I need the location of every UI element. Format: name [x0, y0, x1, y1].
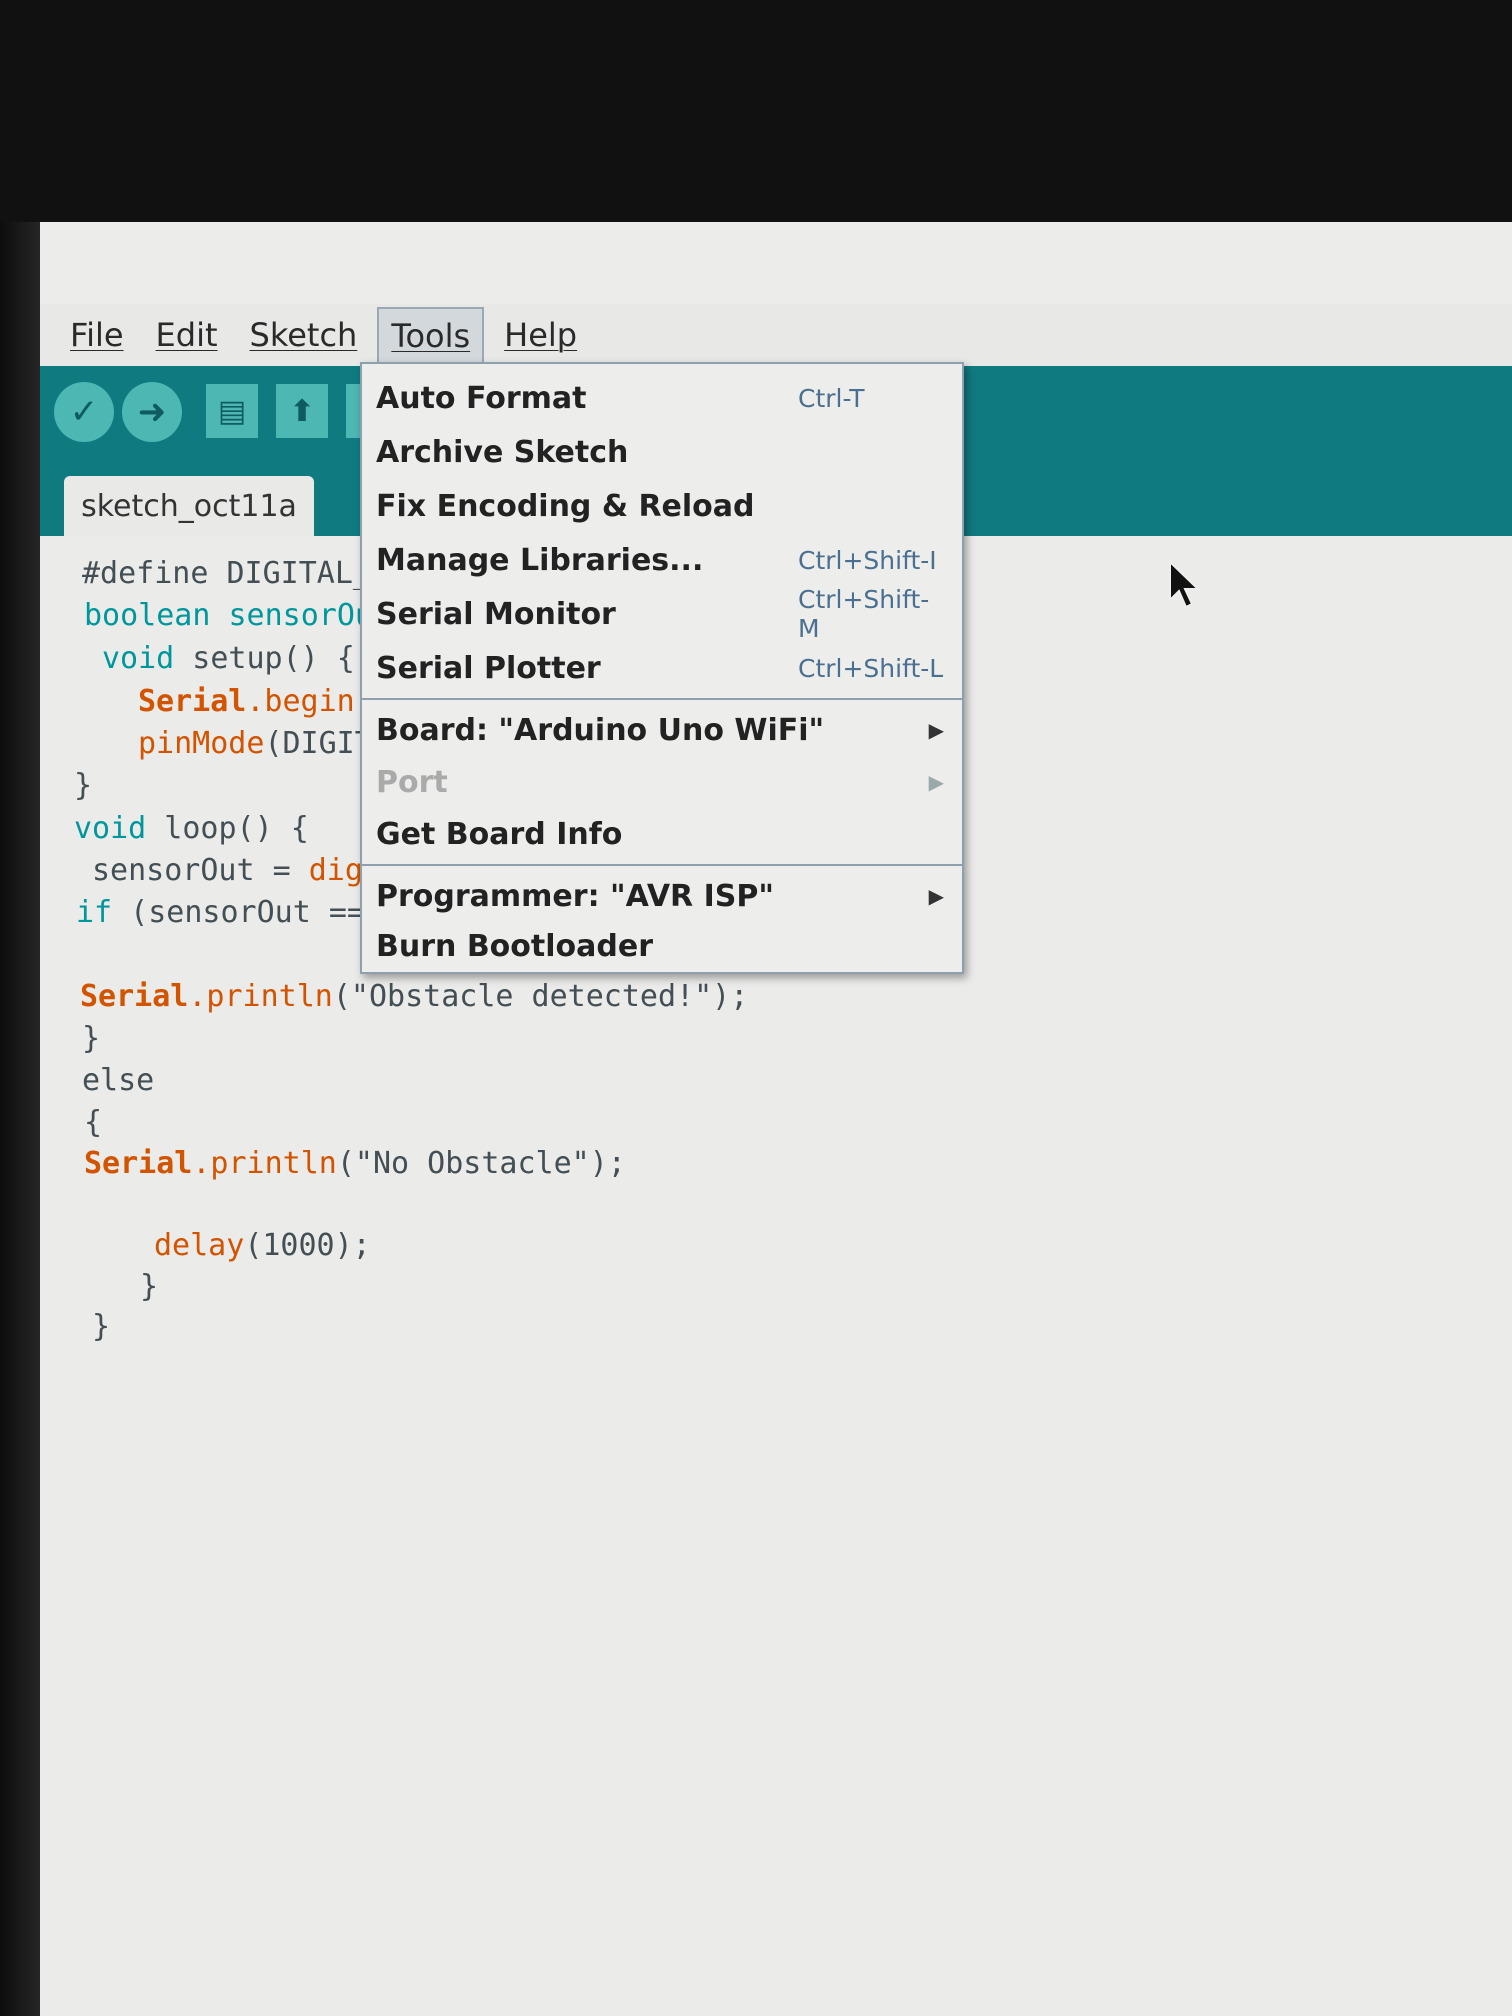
tools-dropdown-menu: Auto Format Ctrl-T Archive Sketch Fix En…: [360, 362, 964, 974]
menu-item-manage-libraries[interactable]: Manage Libraries... Ctrl+Shift-I: [376, 534, 948, 586]
menu-separator: [362, 698, 962, 700]
code-line: if (sensorOut ==: [76, 895, 365, 930]
save-button[interactable]: [346, 384, 360, 438]
verify-icon: ✓: [69, 392, 99, 432]
arduino-ide-window: File Edit Sketch Tools Help ✓ ➜ ▤ ⬆ sket…: [40, 222, 1512, 2016]
verify-button[interactable]: ✓: [54, 382, 114, 442]
submenu-arrow-icon: ▶: [928, 718, 944, 742]
code-line: }: [92, 1309, 111, 1344]
menu-item-get-board-info[interactable]: Get Board Info: [376, 808, 948, 860]
new-button[interactable]: ▤: [206, 384, 258, 438]
code-line: else: [82, 1063, 155, 1098]
menu-item-auto-format[interactable]: Auto Format Ctrl-T: [376, 372, 948, 424]
menu-item-board[interactable]: Board: "Arduino Uno WiFi" ▶: [376, 704, 948, 756]
menu-item-port: Port ▶: [376, 764, 944, 800]
mouse-cursor-icon: [1169, 560, 1201, 609]
code-line: Serial.begin(: [138, 684, 373, 719]
menubar: File Edit Sketch Tools Help: [40, 304, 1512, 366]
code-line: sensorOut = digi: [92, 853, 381, 888]
code-line: }: [74, 768, 93, 803]
submenu-arrow-icon: ▶: [928, 884, 944, 908]
open-icon: ⬆: [289, 393, 315, 429]
code-line: Serial.println("Obstacle detected!");: [80, 979, 749, 1014]
submenu-arrow-icon: ▶: [928, 770, 944, 794]
upload-button[interactable]: ➜: [122, 382, 182, 442]
code-line: void loop() {: [74, 811, 309, 846]
menu-sketch[interactable]: Sketch: [238, 308, 370, 362]
menu-item-archive-sketch[interactable]: Archive Sketch: [376, 426, 948, 478]
menu-help[interactable]: Help: [492, 308, 589, 362]
code-line: }: [82, 1021, 101, 1056]
menu-item-serial-monitor[interactable]: Serial Monitor Ctrl+Shift-M: [376, 585, 948, 643]
tab-sketch[interactable]: sketch_oct11a: [64, 476, 314, 536]
code-line: Serial.println("No Obstacle");: [84, 1146, 626, 1181]
code-line: void setup() {: [102, 641, 355, 676]
code-line: #define DIGITAL_: [82, 556, 371, 591]
code-line: }: [140, 1269, 159, 1304]
menu-item-fix-encoding[interactable]: Fix Encoding & Reload: [376, 480, 948, 532]
code-line: {: [84, 1105, 103, 1140]
menu-separator: [362, 864, 962, 866]
upload-icon: ➜: [137, 392, 167, 432]
code-line: boolean sensorOu: [84, 598, 373, 633]
open-button[interactable]: ⬆: [276, 384, 328, 438]
code-line: pinMode(DIGIT: [138, 726, 373, 761]
menu-tools[interactable]: Tools: [377, 307, 485, 363]
code-line: delay(1000);: [154, 1228, 371, 1263]
menu-item-burn-bootloader[interactable]: Burn Bootloader: [376, 920, 948, 972]
title-strip: [40, 222, 1512, 304]
new-icon: ▤: [217, 393, 247, 429]
menu-file[interactable]: File: [58, 308, 136, 362]
menu-edit[interactable]: Edit: [144, 308, 230, 362]
monitor-bezel-shadow: [0, 222, 40, 2016]
menu-item-programmer[interactable]: Programmer: "AVR ISP" ▶: [376, 870, 948, 922]
menu-item-serial-plotter[interactable]: Serial Plotter Ctrl+Shift-L: [376, 642, 948, 694]
